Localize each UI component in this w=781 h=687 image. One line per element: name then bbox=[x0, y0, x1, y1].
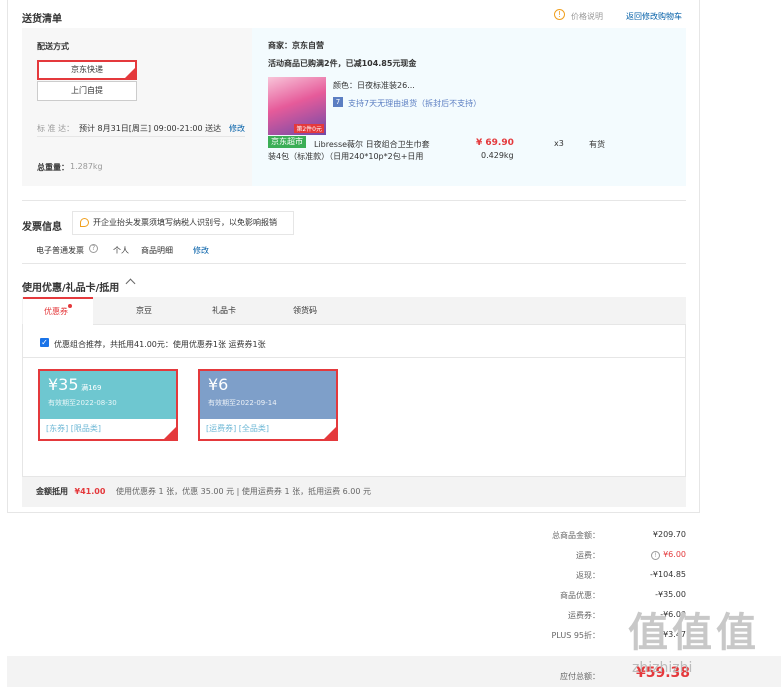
shipping-method-label: 配送方式 bbox=[37, 42, 69, 51]
product-quantity: x3 bbox=[554, 139, 564, 148]
product-thumbnail[interactable]: 第2件0元 bbox=[268, 77, 326, 135]
jd-supermarket-badge: 京东超市 bbox=[268, 136, 306, 148]
summary-amount: ¥41.00 bbox=[74, 487, 106, 496]
watermark-logo: 值值值 bbox=[628, 610, 760, 656]
divider bbox=[23, 357, 685, 358]
product-weight: 0.429kg bbox=[481, 151, 514, 160]
discount-tabs: 优惠券 京豆 礼品卡 领货码 bbox=[22, 297, 686, 325]
coupon-amount: ¥6 bbox=[208, 375, 229, 394]
coupon-card[interactable]: ¥6 有效期至2022-09-14 [运费券] [全品类] bbox=[198, 369, 338, 441]
divider bbox=[37, 136, 245, 137]
price-note-link[interactable]: 价格说明 bbox=[571, 11, 603, 22]
info-icon[interactable]: ! bbox=[554, 9, 565, 20]
stock-status: 有货 bbox=[589, 140, 605, 149]
divider bbox=[22, 200, 686, 201]
coupon-validity: 有效期至2022-09-14 bbox=[208, 399, 277, 407]
pickup-option-button[interactable]: 上门自提 bbox=[37, 81, 137, 101]
recommend-checkbox[interactable]: ✓ bbox=[40, 338, 49, 347]
promo-text: 活动商品已购满2件，已减104.85元现金 bbox=[268, 59, 417, 68]
payable-label: 应付总额： bbox=[560, 672, 600, 681]
product-color: 颜色：日夜标准装26... bbox=[333, 81, 415, 90]
merchant-name: 商家：京东自营 bbox=[268, 41, 324, 50]
invoice-modify-link[interactable]: 修改 bbox=[193, 245, 209, 256]
total-weight-value: 1.287kg bbox=[70, 162, 103, 171]
page-title: 送货清单 bbox=[22, 14, 62, 25]
new-dot-icon bbox=[68, 304, 72, 308]
coupon-tags: [运费券] [全品类] bbox=[200, 419, 336, 439]
summary-label: 金额抵用 bbox=[36, 487, 68, 496]
divider bbox=[22, 263, 686, 264]
total-weight-label: 总重量： bbox=[37, 163, 69, 172]
tab-gift-card[interactable]: 礼品卡 bbox=[189, 297, 259, 325]
return-policy-text: 支持7天无理由退货（拆封后不支持） bbox=[348, 99, 482, 108]
coupon-validity: 有效期至2022-08-30 bbox=[48, 399, 117, 407]
summary-detail: 使用优惠券 1 张，优惠 35.00 元 | 使用运费券 1 张，抵用运费 6.… bbox=[115, 487, 371, 496]
total-row: 运费： ! ¥6.00 bbox=[576, 550, 686, 560]
tab-jd-beans[interactable]: 京豆 bbox=[109, 297, 179, 325]
total-row: 总商品金额： ¥209.70 bbox=[552, 530, 686, 540]
invoice-tip-box: 开企业抬头发票须填写纳税人识别号，以免影响报销 bbox=[72, 211, 294, 235]
delivery-time-value: 预计 8月31日[周三] 09:00-21:00 送达 bbox=[79, 124, 222, 133]
recommend-text: 优惠组合推荐，共抵用41.00元：使用优惠券1张 运费券1张 bbox=[54, 340, 266, 349]
express-option-button[interactable]: 京东快递 bbox=[37, 60, 137, 80]
help-icon[interactable]: ? bbox=[89, 244, 98, 253]
coupon-condition: 满169 bbox=[81, 384, 102, 392]
invoice-title: 发票信息 bbox=[22, 222, 62, 233]
discount-title[interactable]: 使用优惠/礼品卡/抵用 bbox=[22, 279, 119, 294]
location-pin-icon bbox=[80, 218, 89, 227]
product-name-line1[interactable]: Libresse薇尔 日夜组合卫生巾套 bbox=[314, 139, 430, 150]
delivery-time-modify-link[interactable]: 修改 bbox=[229, 123, 245, 134]
invoice-detail: 商品明细 bbox=[141, 246, 173, 255]
info-icon[interactable]: ! bbox=[651, 551, 661, 560]
return-policy-icon: 7 bbox=[333, 97, 343, 107]
invoice-tip-text: 开企业抬头发票须填写纳税人识别号，以免影响报销 bbox=[93, 218, 277, 227]
coupon-card[interactable]: ¥35 满169 有效期至2022-08-30 [东券] [限品类] bbox=[38, 369, 178, 441]
delivery-time-label: 标 准 达： bbox=[37, 124, 75, 133]
thumbnail-promo-label: 第2件0元 bbox=[294, 124, 324, 133]
total-row: 返现： -¥104.85 bbox=[576, 570, 686, 580]
watermark-url: zhizhizhi bbox=[632, 660, 693, 676]
tab-coupon[interactable]: 优惠券 bbox=[23, 297, 93, 325]
tab-redeem-code[interactable]: 领货码 bbox=[270, 297, 340, 325]
product-price: ¥ 69.90 bbox=[476, 138, 514, 148]
invoice-holder: 个人 bbox=[113, 246, 129, 255]
back-to-cart-link[interactable]: 返回修改购物车 bbox=[626, 11, 682, 22]
coupon-tags: [东券] [限品类] bbox=[40, 419, 176, 439]
product-name-line2[interactable]: 装4包（标准款）（日用240*10p*2包+日用 bbox=[268, 151, 423, 162]
invoice-type: 电子普通发票 bbox=[36, 246, 84, 255]
discount-summary-bar: 金额抵用 ¥41.00 使用优惠券 1 张，优惠 35.00 元 | 使用运费券… bbox=[22, 477, 686, 507]
coupon-amount: ¥35 bbox=[48, 375, 79, 394]
